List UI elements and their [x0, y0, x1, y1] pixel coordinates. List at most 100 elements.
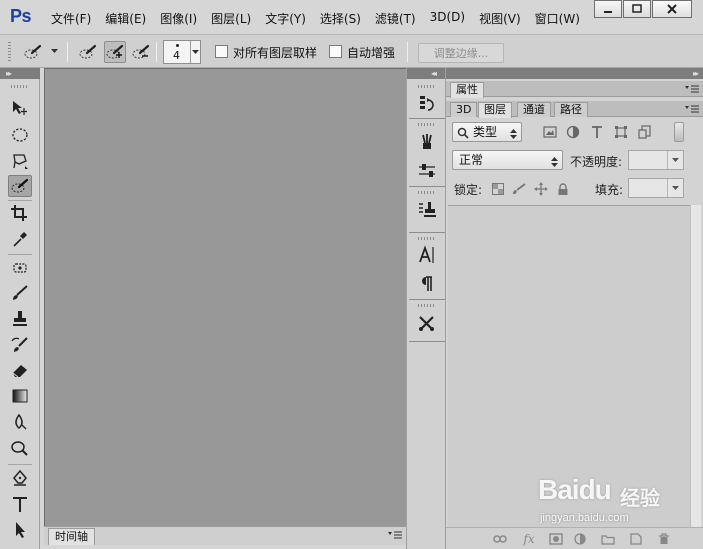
layer-filter-kind-select[interactable]: 类型 — [452, 122, 522, 142]
polygonal-lasso-tool-icon[interactable] — [8, 150, 32, 172]
timeline-tab[interactable]: 时间轴 — [48, 528, 95, 545]
auto-enhance-checkbox[interactable] — [329, 45, 342, 58]
tool-separator — [8, 464, 32, 465]
menu-type[interactable]: 文字(Y) — [258, 10, 313, 27]
maximize-button[interactable] — [623, 0, 651, 18]
document-canvas-area[interactable] — [44, 68, 406, 526]
filter-type-layers-icon[interactable] — [588, 123, 606, 141]
history-icon[interactable] — [415, 93, 439, 115]
menu-file[interactable]: 文件(F) — [44, 10, 98, 27]
filter-smart-objects-icon[interactable] — [636, 123, 654, 141]
auto-enhance-label: 自动增强 — [347, 46, 396, 60]
quick-selection-tool-icon[interactable] — [8, 175, 32, 197]
subtract-from-selection-mode[interactable] — [130, 41, 152, 63]
panel-menu-icon[interactable] — [685, 85, 699, 94]
dock-separator — [409, 186, 445, 187]
maximize-icon — [632, 4, 642, 13]
lock-image-pixels-icon[interactable] — [510, 180, 528, 198]
blend-mode-select[interactable]: 正常 — [452, 150, 563, 170]
lock-label: 锁定: — [454, 183, 483, 197]
blur-tool-icon[interactable] — [8, 411, 32, 433]
options-bar-grip[interactable] — [8, 42, 11, 62]
type-tool-icon[interactable] — [8, 493, 32, 515]
paragraph-icon[interactable] — [415, 273, 439, 295]
expand-tools-icon[interactable]: ▸▸ — [0, 68, 40, 79]
fill-dropdown[interactable] — [667, 179, 683, 197]
tools-panel-grip[interactable] — [11, 85, 29, 88]
panel-menu-icon[interactable] — [388, 531, 402, 540]
opacity-input[interactable] — [628, 150, 684, 170]
character-icon[interactable] — [415, 244, 439, 266]
spot-healing-brush-tool-icon[interactable] — [8, 257, 32, 279]
tab-3d[interactable]: 3D — [450, 102, 478, 117]
eraser-tool-icon[interactable] — [8, 359, 32, 381]
sample-all-layers-checkbox[interactable] — [215, 45, 228, 58]
new-selection-mode[interactable] — [77, 41, 99, 63]
pen-tool-icon[interactable] — [8, 467, 32, 489]
dock-group-grip[interactable] — [418, 85, 436, 88]
move-tool-icon[interactable] — [8, 97, 32, 119]
refine-edge-button[interactable]: 调整边缘... — [418, 43, 504, 63]
menu-layer[interactable]: 图层(L) — [204, 10, 258, 27]
add-to-selection-mode[interactable] — [104, 41, 126, 63]
dock-group-grip[interactable] — [418, 123, 436, 126]
clone-stamp-tool-icon[interactable] — [8, 308, 32, 330]
minimize-icon — [604, 11, 612, 13]
tab-channels[interactable]: 通道 — [517, 102, 551, 117]
chevron-down-icon — [672, 185, 679, 190]
filter-adjustment-layers-icon[interactable] — [564, 123, 582, 141]
lock-all-icon[interactable] — [554, 180, 572, 198]
brush-size-picker[interactable]: 4 — [163, 40, 201, 64]
brush-size-dropdown[interactable] — [190, 41, 200, 63]
crop-tool-icon[interactable] — [8, 202, 32, 224]
opacity-dropdown[interactable] — [667, 151, 683, 169]
filter-toggle-switch[interactable] — [674, 122, 684, 142]
minimize-button[interactable] — [594, 0, 622, 18]
collapse-panels-icon[interactable]: ▸▸ — [446, 68, 703, 79]
tool-separator — [8, 200, 32, 201]
lock-position-icon[interactable] — [532, 180, 550, 198]
dock-group-grip[interactable] — [418, 304, 436, 307]
panel-menu-icon[interactable] — [685, 105, 699, 114]
chevron-down-icon[interactable] — [51, 49, 58, 54]
tool-preset-picker[interactable] — [22, 41, 44, 63]
menu-filter[interactable]: 滤镜(T) — [368, 10, 423, 27]
menu-image[interactable]: 图像(I) — [153, 10, 204, 27]
history-brush-tool-icon[interactable] — [8, 334, 32, 356]
quick-selection-icon — [24, 44, 42, 59]
watermark-url: jingyan.baidu.com — [540, 512, 629, 524]
path-selection-tool-icon[interactable] — [8, 519, 32, 541]
dock-group-grip[interactable] — [418, 191, 436, 194]
tab-properties[interactable]: 属性 — [450, 82, 484, 98]
close-button[interactable] — [652, 0, 692, 18]
properties-panel-header: 属性 — [446, 81, 703, 98]
brush-presets-icon[interactable] — [415, 131, 439, 153]
new-selection-icon — [79, 44, 97, 59]
menu-window[interactable]: 窗口(W) — [528, 10, 587, 27]
gradient-tool-icon[interactable] — [8, 385, 32, 407]
filter-shape-layers-icon[interactable] — [612, 123, 630, 141]
brush-tool-icon[interactable] — [8, 282, 32, 304]
eyedropper-tool-icon[interactable] — [8, 228, 32, 250]
tab-paths[interactable]: 路径 — [554, 102, 588, 117]
brush-settings-icon[interactable] — [415, 160, 439, 182]
filter-pixel-layers-icon[interactable] — [541, 123, 559, 141]
dodge-tool-icon[interactable] — [8, 437, 32, 459]
menu-select[interactable]: 选择(S) — [313, 10, 368, 27]
link-layers-icon[interactable] — [492, 532, 508, 546]
opacity-label: 不透明度: — [570, 155, 623, 169]
tab-layers[interactable]: 图层 — [478, 102, 512, 118]
menu-edit[interactable]: 编辑(E) — [98, 10, 153, 27]
lock-transparent-pixels-icon[interactable] — [489, 180, 507, 198]
menu-view[interactable]: 视图(V) — [472, 10, 528, 27]
clone-source-icon[interactable] — [415, 199, 439, 221]
menu-bar: Ps 文件(F) 编辑(E) 图像(I) 图层(L) 文字(Y) 选择(S) 滤… — [0, 0, 703, 34]
dock-group-grip[interactable] — [418, 237, 436, 240]
elliptical-marquee-tool-icon[interactable] — [8, 124, 32, 146]
separator — [156, 42, 157, 62]
tool-presets-icon[interactable] — [415, 313, 439, 335]
fill-input[interactable] — [628, 178, 684, 198]
updown-arrows-icon — [551, 157, 558, 167]
collapse-dock-icon[interactable]: ◂◂ — [407, 68, 445, 79]
menu-3d[interactable]: 3D(D) — [423, 10, 472, 27]
